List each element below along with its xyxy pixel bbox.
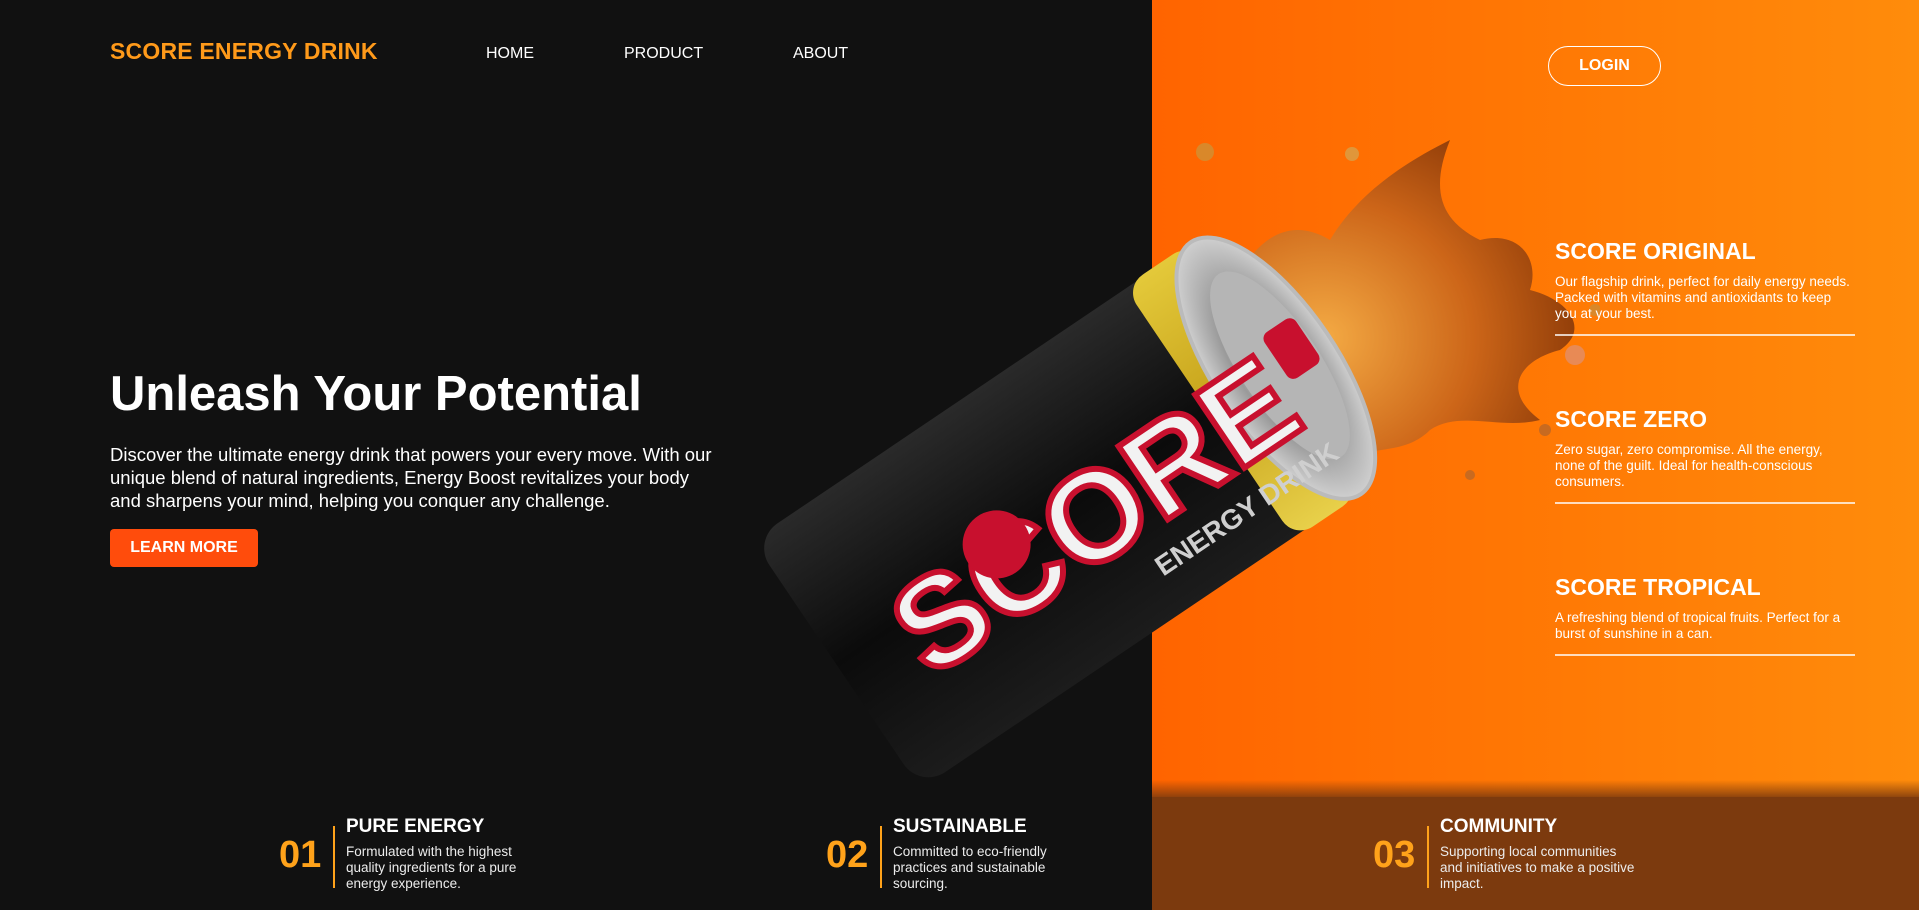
nav-product[interactable]: PRODUCT xyxy=(624,45,703,63)
divider xyxy=(1555,654,1855,656)
feature-title: SUSTAINABLE xyxy=(893,816,1027,837)
product-title: SCORE TROPICAL xyxy=(1555,574,1761,600)
feature-description: Supporting local communities and initiat… xyxy=(1440,844,1635,891)
feature-title: COMMUNITY xyxy=(1440,816,1558,837)
feature-description: Committed to eco-friendly practices and … xyxy=(893,844,1047,891)
feature-number: 02 xyxy=(826,834,869,876)
feature-pure-energy: 01 PURE ENERGY Formulated with the highe… xyxy=(279,816,546,892)
feature-community: 03 COMMUNITY Supporting local communitie… xyxy=(1373,816,1640,892)
energy-can-image: SCORE ENERGY DRINK xyxy=(640,130,1601,790)
product-score-zero[interactable]: SCORE ZERO Zero sugar, zero compromise. … xyxy=(1555,406,1855,504)
hero-description: Discover the ultimate energy drink that … xyxy=(110,444,712,511)
divider xyxy=(1555,502,1855,504)
feature-title: PURE ENERGY xyxy=(346,816,485,837)
product-score-original[interactable]: SCORE ORIGINAL Our flagship drink, perfe… xyxy=(1555,238,1855,336)
product-description: Zero sugar, zero compromise. All the ene… xyxy=(1555,442,1823,489)
feature-number: 03 xyxy=(1373,834,1416,876)
feature-divider xyxy=(333,826,335,888)
product-description: Our flagship drink, perfect for daily en… xyxy=(1555,274,1850,321)
hero-title: Unleash Your Potential xyxy=(110,367,642,421)
product-title: SCORE ORIGINAL xyxy=(1555,238,1756,264)
nav-about[interactable]: ABOUT xyxy=(793,45,848,63)
feature-divider xyxy=(880,826,882,888)
divider xyxy=(1555,334,1855,336)
nav-home[interactable]: HOME xyxy=(486,45,534,63)
feature-sustainable: 02 SUSTAINABLE Committed to eco-friendly… xyxy=(826,816,1093,892)
feature-number: 01 xyxy=(279,834,322,876)
feature-divider xyxy=(1427,826,1429,888)
login-button[interactable]: LOGIN xyxy=(1548,46,1661,86)
brand-logo[interactable]: SCORE ENERGY DRINK xyxy=(110,38,378,65)
learn-more-button[interactable]: LEARN MORE xyxy=(110,529,258,567)
product-score-tropical[interactable]: SCORE TROPICAL A refreshing blend of tro… xyxy=(1555,574,1855,656)
product-title: SCORE ZERO xyxy=(1555,406,1708,432)
product-description: A refreshing blend of tropical fruits. P… xyxy=(1555,610,1841,641)
feature-description: Formulated with the highest quality ingr… xyxy=(346,844,517,891)
